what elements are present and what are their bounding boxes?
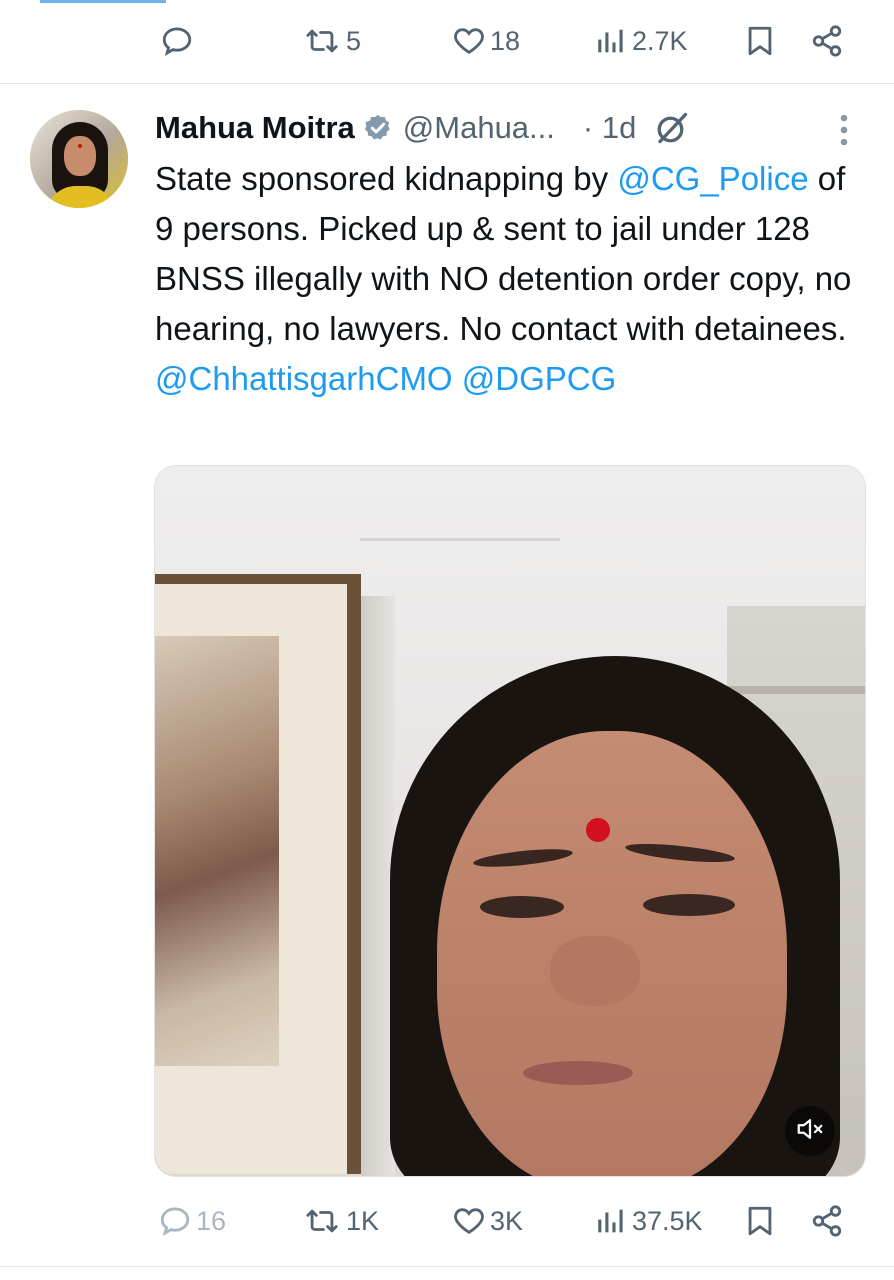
share-icon [810,24,844,58]
tweet-video[interactable] [154,465,866,1177]
views-button[interactable]: 37.5K [594,1191,703,1251]
nose [550,936,640,1006]
like-button[interactable]: 3K [452,1191,523,1251]
reply-button[interactable]: 16 [158,1191,226,1251]
tweet-text-space [453,360,462,397]
retweet-button[interactable]: 5 [302,11,361,71]
tweet-text-segment: State sponsored kidnapping by [155,160,618,197]
mute-toggle-button[interactable] [785,1106,835,1156]
views-icon [594,1204,628,1238]
share-icon [810,1204,844,1238]
avatar-bindi [78,144,82,148]
bookmark-button[interactable] [744,1191,776,1251]
tweet-divider [0,83,894,84]
retweet-count: 1K [346,1205,380,1236]
retweet-count: 5 [346,25,362,56]
avatar[interactable] [30,110,128,208]
like-count: 3K [490,1205,524,1236]
reply-count: 16 [196,1205,227,1236]
tweet-bottom-divider [0,1266,894,1267]
bookmark-icon [744,24,776,58]
heart-icon [452,24,486,58]
tweet-timestamp[interactable]: · 1d [583,110,636,146]
retweet-button[interactable]: 1K [302,1191,379,1251]
door-lintel [727,686,865,694]
share-button[interactable] [810,1191,844,1251]
mention-dgp-cg[interactable]: @DGPCG [462,360,617,397]
painting-artwork [155,636,279,1066]
retweet-icon [302,24,342,58]
author-name[interactable]: Mahua Moitra [155,110,355,146]
reply-icon [160,24,194,58]
views-button[interactable]: 2.7K [594,11,688,71]
right-eye [643,894,735,916]
heart-icon [452,1204,486,1238]
share-button[interactable] [810,11,844,71]
avatar-face [64,136,96,176]
reply-button[interactable] [160,11,198,71]
bookmark-icon [744,1204,776,1238]
mention-chhattisgarh-cmo[interactable]: @ChhattisgarhCMO [155,360,453,397]
volume-muted-icon [795,1114,825,1149]
tweet-actions: 16 1K 3K 37.5K [0,1191,894,1251]
previous-tweet-actions: 5 18 2.7K [0,11,894,71]
reply-icon [158,1204,192,1238]
wall-molding [360,538,560,541]
like-button[interactable]: 18 [452,11,520,71]
author-handle[interactable]: @Mahua... [403,110,555,146]
mouth [523,1061,633,1085]
verified-badge-icon [363,113,393,143]
tweet-text: State sponsored kidnapping by @CG_Police… [155,154,855,404]
like-count: 18 [490,25,521,56]
views-count: 37.5K [632,1205,703,1236]
more-options-icon[interactable] [836,112,852,148]
views-icon [594,24,628,58]
views-count: 2.7K [632,25,688,56]
grok-icon[interactable] [654,110,690,146]
tweet-header: Mahua Moitra @Mahua... · 1d [155,106,690,150]
bindi [586,818,610,842]
retweet-icon [302,1204,342,1238]
mention-cg-police[interactable]: @CG_Police [617,160,808,197]
top-accent-bar [40,0,166,3]
bookmark-button[interactable] [744,11,776,71]
left-eye [480,896,564,918]
